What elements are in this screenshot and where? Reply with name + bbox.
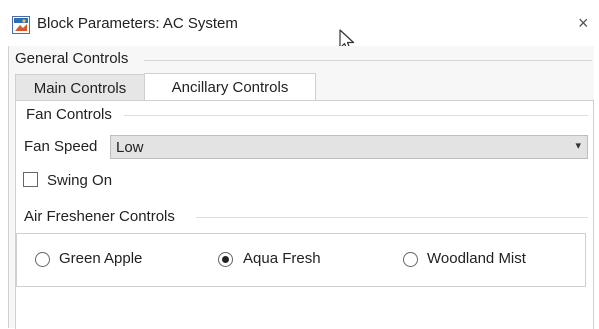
freshener-group-top-line <box>196 217 588 218</box>
tab-main-controls[interactable]: Main Controls <box>15 74 145 102</box>
radio-aqua-fresh[interactable] <box>218 252 233 267</box>
section-divider <box>144 60 592 61</box>
title-bar: Block Parameters: AC System × <box>0 0 599 52</box>
swing-on-checkbox[interactable] <box>23 172 38 187</box>
block-parameters-dialog: Block Parameters: AC System × General Co… <box>0 0 599 329</box>
fan-speed-dropdown[interactable]: Low ▾ <box>110 135 588 159</box>
fan-controls-title: Fan Controls <box>26 106 116 123</box>
fan-speed-value: Low <box>116 139 144 156</box>
fan-speed-label: Fan Speed <box>24 138 98 155</box>
radio-woodland-mist[interactable] <box>403 252 418 267</box>
air-freshener-radio-group: Green Apple Aqua Fresh Woodland Mist <box>16 233 586 287</box>
radio-label-aqua-fresh: Aqua Fresh <box>243 250 321 267</box>
radio-label-woodland-mist: Woodland Mist <box>427 250 526 267</box>
window-title: Block Parameters: AC System <box>37 15 238 32</box>
section-title: General Controls <box>15 50 129 67</box>
fan-group-top-line <box>124 115 588 116</box>
close-icon[interactable]: × <box>578 14 589 32</box>
swing-on-label: Swing On <box>47 172 113 189</box>
simulink-block-icon <box>12 16 30 34</box>
chevron-down-icon: ▾ <box>575 140 581 152</box>
tab-ancillary-controls[interactable]: Ancillary Controls <box>144 73 316 102</box>
radio-green-apple[interactable] <box>35 252 50 267</box>
radio-label-green-apple: Green Apple <box>59 250 143 267</box>
air-freshener-controls-title: Air Freshener Controls <box>24 208 179 225</box>
